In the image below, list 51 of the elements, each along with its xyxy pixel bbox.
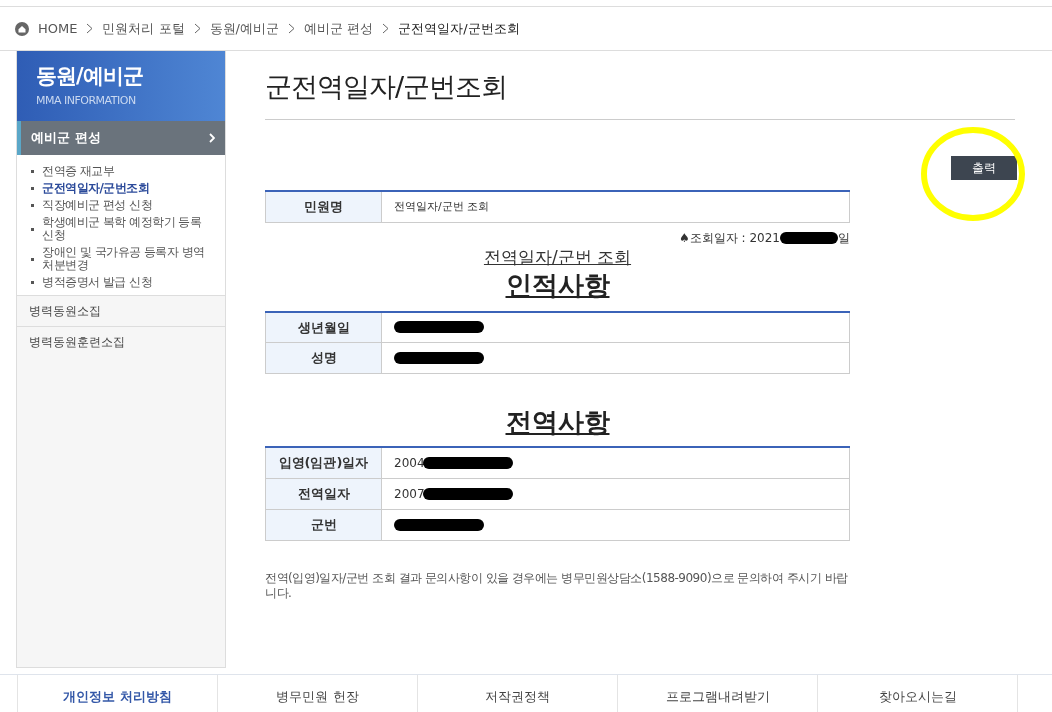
sidebar-title: 동원/예비군 xyxy=(36,63,144,89)
footer-link[interactable]: 개인정보 처리방침 xyxy=(17,675,217,712)
row-label: 민원명 xyxy=(265,191,382,222)
print-button[interactable]: 출력 xyxy=(951,156,1017,180)
breadcrumb-link[interactable]: HOME xyxy=(38,18,78,39)
footer-link[interactable]: 프로그램내려받기 xyxy=(617,675,817,712)
table-cell-text: 2007 xyxy=(394,485,425,503)
footer-link[interactable]: 저작권정책 xyxy=(417,675,617,712)
bullet-icon xyxy=(31,227,34,231)
sidebar-section[interactable]: 병력동원소집 xyxy=(17,295,225,326)
breadcrumb-link[interactable]: 예비군 편성 xyxy=(304,18,374,39)
report-title: 전역일자/군번 조회 xyxy=(483,246,632,267)
row-label: 입영(임관)일자 xyxy=(265,447,382,478)
breadcrumb-link[interactable]: 민원처리 포털 xyxy=(102,18,185,39)
inquiry-date: ♠조회일자 : 2021 xyxy=(679,229,780,247)
section-heading: 인적사항 xyxy=(505,268,610,302)
sidebar-item[interactable]: 군전역일자/군번조회 xyxy=(42,182,150,195)
sidebar-item[interactable]: 병적증명서 발급 신청 xyxy=(42,276,153,289)
redaction-mark xyxy=(780,231,838,244)
bullet-icon xyxy=(31,170,34,173)
footer-link[interactable]: 병무민원 헌장 xyxy=(217,675,417,712)
footer-link[interactable]: 찾아오시는길 xyxy=(817,675,1017,712)
chevron-icon xyxy=(209,133,215,143)
inquiry-date-suffix: 일 xyxy=(838,229,850,247)
sidebar-item[interactable]: 학생예비군 복학 예정학기 등록 신청 xyxy=(42,216,211,242)
row-label: 전역일자 xyxy=(265,478,382,509)
sidebar-item[interactable]: 직장예비군 편성 신청 xyxy=(42,199,153,212)
row-label: 군번 xyxy=(265,509,382,540)
breadcrumb-link[interactable]: 동원/예비군 xyxy=(209,18,279,39)
sidebar-section[interactable]: 병력동원훈련소집 xyxy=(17,326,225,357)
table-cell: 전역일자/군번 조회 xyxy=(381,191,850,222)
chevron-icon xyxy=(86,23,94,34)
chevron-icon xyxy=(193,23,201,34)
bullet-icon xyxy=(31,187,34,190)
row-label: 생년월일 xyxy=(265,311,382,343)
bullet-icon xyxy=(31,281,34,284)
sidebar-item[interactable]: 장애인 및 국가유공 등록자 병역 처분변경 xyxy=(42,246,211,272)
sidebar-subtitle: MMA INFORMATION xyxy=(36,93,137,109)
table-cell-text: 2004 xyxy=(394,454,425,472)
section-heading: 전역사항 xyxy=(505,406,610,439)
sidebar-item[interactable]: 전역증 재교부 xyxy=(42,165,115,178)
row-label: 성명 xyxy=(265,342,382,374)
sidebar-section[interactable]: 예비군 편성 xyxy=(17,121,225,155)
notice-text: 전역(입영)일자/군번 조회 결과 문의사항이 있을 경우에는 병무민원상담소(1588-9090)으로 문의하여 주시기 바랍니다. xyxy=(265,570,849,601)
home-icon[interactable] xyxy=(15,21,29,36)
chevron-icon xyxy=(382,23,390,34)
page-title: 군전역일자/군번조회 xyxy=(265,70,509,104)
bullet-icon xyxy=(31,204,34,207)
bullet-icon xyxy=(31,257,34,261)
breadcrumb-link[interactable]: 군전역일자/군번조회 xyxy=(398,18,520,39)
chevron-icon xyxy=(288,23,295,34)
